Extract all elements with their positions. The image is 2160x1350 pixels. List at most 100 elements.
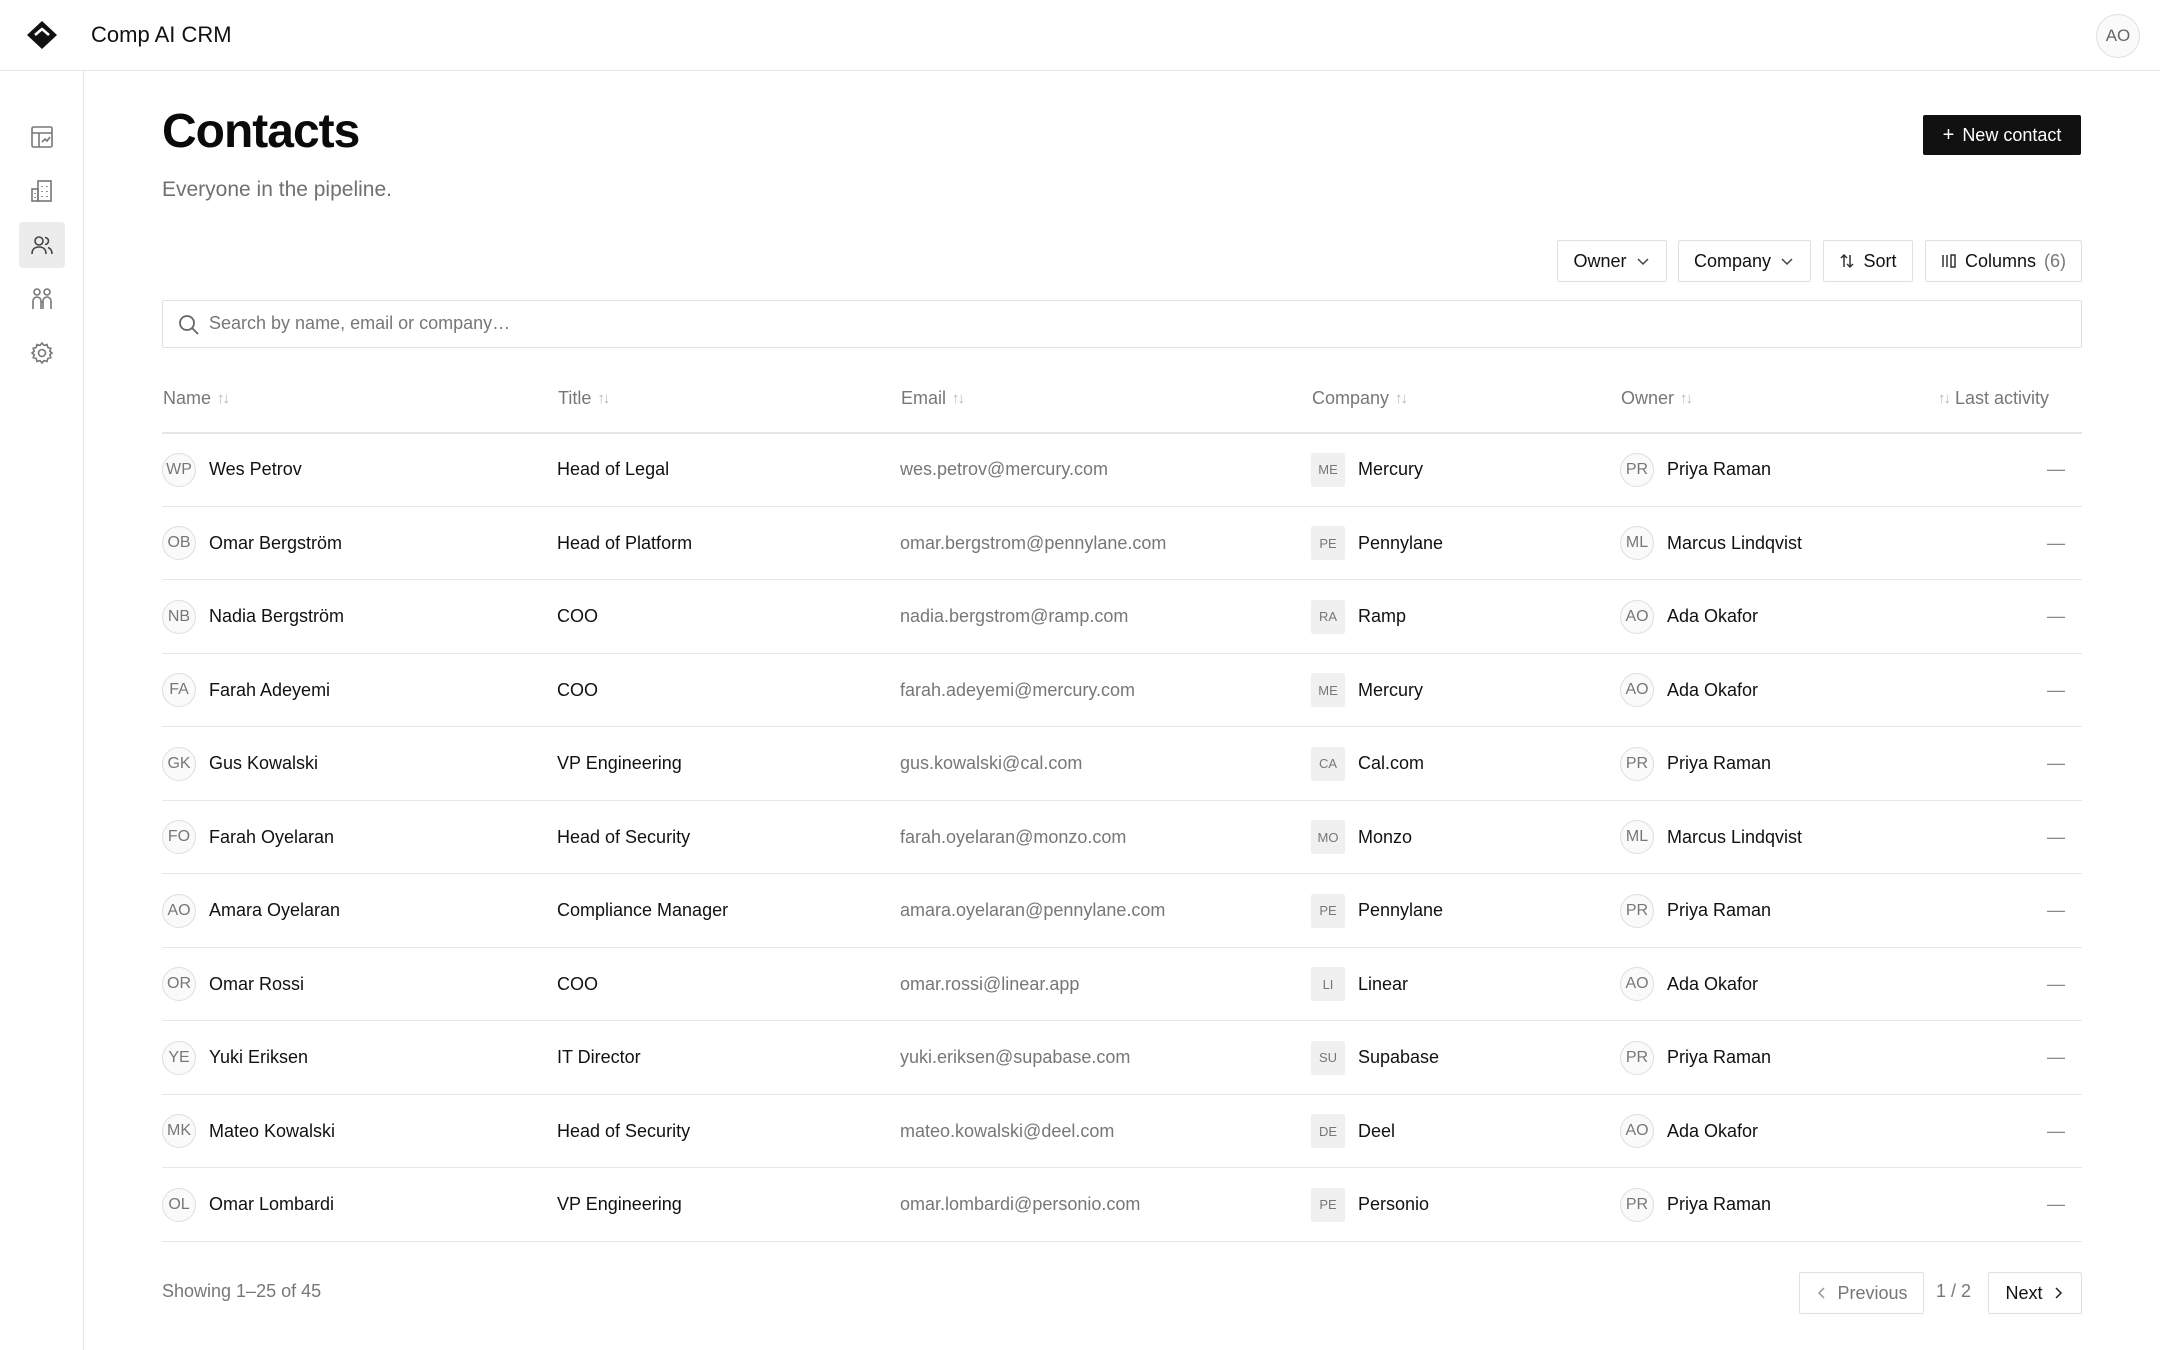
column-header-company[interactable]: Company ↑↓: [1312, 388, 1408, 409]
contact-email[interactable]: omar.rossi@linear.app: [900, 974, 1079, 995]
column-header-last-activity[interactable]: ↑↓ Last activity: [1938, 388, 2049, 409]
company-badge: RA: [1311, 599, 1345, 634]
column-header-owner[interactable]: Owner ↑↓: [1621, 388, 1693, 409]
sidebar-item-contacts[interactable]: [19, 222, 65, 268]
sidebar-item-settings[interactable]: [19, 330, 65, 376]
contact-title: COO: [557, 679, 599, 700]
contact-email[interactable]: farah.adeyemi@mercury.com: [900, 680, 1135, 701]
company-name[interactable]: Pennylane: [1358, 900, 1443, 921]
plus-icon: +: [1942, 124, 1955, 146]
contact-email[interactable]: omar.bergstrom@pennylane.com: [900, 533, 1166, 554]
company-badge: PE: [1311, 1187, 1345, 1222]
company-badge: LI: [1311, 967, 1345, 1001]
contact-name[interactable]: Farah Adeyemi: [209, 680, 330, 701]
contact-email[interactable]: nadia.bergstrom@ramp.com: [900, 606, 1128, 627]
last-activity: —: [2047, 826, 2065, 847]
previous-label: Previous: [1837, 1282, 1908, 1303]
app-title: Comp AI CRM: [91, 22, 232, 47]
company-name[interactable]: Cal.com: [1358, 753, 1424, 774]
contact-name[interactable]: Mateo Kowalski: [209, 1121, 335, 1142]
next-page-button[interactable]: Next: [1988, 1272, 2082, 1314]
gear-icon: [30, 341, 54, 365]
last-activity: —: [2047, 900, 2065, 920]
contact-email[interactable]: mateo.kowalski@deel.com: [900, 1121, 1114, 1142]
columns-button[interactable]: Columns (6): [1925, 240, 2082, 282]
table-row[interactable]: GK Gus Kowalski VP Engineering gus.kowal…: [162, 727, 2082, 801]
contact-avatar: WP: [162, 452, 196, 487]
column-header-name[interactable]: Name ↑↓: [163, 388, 230, 409]
contact-email[interactable]: gus.kowalski@cal.com: [900, 753, 1082, 774]
last-activity: —: [2047, 1120, 2065, 1141]
table-row[interactable]: WP Wes Petrov Head of Legal wes.petrov@m…: [162, 433, 2082, 507]
sort-icon: ↑↓: [1938, 390, 1951, 407]
contact-name[interactable]: Wes Petrov: [209, 459, 302, 480]
contact-name[interactable]: Gus Kowalski: [209, 753, 318, 774]
owner-filter-button[interactable]: Owner: [1557, 240, 1667, 282]
company-badge: SU: [1311, 1040, 1345, 1075]
contact-name[interactable]: Omar Bergström: [209, 533, 342, 554]
contact-name[interactable]: Nadia Bergström: [209, 606, 344, 627]
contact-email[interactable]: omar.lombardi@personio.com: [900, 1194, 1140, 1215]
contact-title: COO: [557, 606, 599, 626]
contact-name[interactable]: Omar Lombardi: [209, 1194, 334, 1215]
company-filter-button[interactable]: Company: [1678, 240, 1811, 282]
company-name[interactable]: Linear: [1358, 974, 1408, 995]
columns-label: Columns: [1964, 250, 2037, 271]
contact-name[interactable]: Yuki Eriksen: [209, 1047, 308, 1068]
company-name[interactable]: Pennylane: [1358, 533, 1443, 554]
contact-name[interactable]: Omar Rossi: [209, 974, 304, 995]
contact-avatar: FA: [162, 673, 196, 707]
table-row[interactable]: MK Mateo Kowalski Head of Security mateo…: [162, 1095, 2082, 1168]
dashboard-icon: [31, 126, 53, 148]
table-row[interactable]: OB Omar Bergström Head of Platform omar.…: [162, 507, 2082, 580]
table-row[interactable]: NB Nadia Bergström COO nadia.bergstrom@r…: [162, 580, 2082, 654]
table-row[interactable]: YE Yuki Eriksen IT Director yuki.eriksen…: [162, 1021, 2082, 1095]
owner-avatar: AO: [1620, 673, 1654, 707]
company-name[interactable]: Ramp: [1358, 606, 1406, 627]
contact-avatar: OL: [162, 1187, 196, 1222]
logo-icon[interactable]: [24, 18, 60, 54]
sort-button[interactable]: Sort: [1823, 240, 1913, 282]
chevron-down-icon: [1781, 258, 1793, 266]
contact-name[interactable]: Farah Oyelaran: [209, 827, 334, 848]
users-icon: [31, 236, 53, 255]
company-name[interactable]: Supabase: [1358, 1047, 1439, 1068]
owner-avatar: AO: [1620, 599, 1654, 634]
owner-avatar: PR: [1620, 1187, 1654, 1222]
contact-email[interactable]: yuki.eriksen@supabase.com: [900, 1047, 1130, 1068]
search-input[interactable]: [209, 301, 2069, 346]
table-row[interactable]: AO Amara Oyelaran Compliance Manager ama…: [162, 874, 2082, 948]
contact-name[interactable]: Amara Oyelaran: [209, 900, 340, 921]
page-indicator: 1 / 2: [1936, 1281, 1972, 1301]
sidebar-item-team[interactable]: [19, 276, 65, 322]
sidebar-item-companies[interactable]: [19, 168, 65, 214]
contact-avatar: MK: [162, 1114, 196, 1148]
contact-title: VP Engineering: [557, 753, 682, 773]
chevron-down-icon: [1636, 258, 1649, 266]
column-header-label: Last activity: [1955, 388, 2050, 408]
column-header-email[interactable]: Email ↑↓: [901, 388, 965, 409]
previous-page-button[interactable]: Previous: [1799, 1272, 1924, 1314]
contact-email[interactable]: farah.oyelaran@monzo.com: [900, 827, 1126, 848]
last-activity: —: [2047, 753, 2065, 773]
people-icon: [32, 288, 52, 309]
contact-avatar: AO: [162, 893, 196, 928]
table-row[interactable]: FA Farah Adeyemi COO farah.adeyemi@mercu…: [162, 654, 2082, 727]
table-row[interactable]: FO Farah Oyelaran Head of Security farah…: [162, 801, 2082, 874]
user-avatar[interactable]: AO: [2096, 14, 2140, 58]
company-name[interactable]: Monzo: [1358, 827, 1412, 848]
new-contact-button[interactable]: + New contact: [1923, 115, 2081, 155]
table-row[interactable]: OL Omar Lombardi VP Engineering omar.lom…: [162, 1168, 2082, 1242]
last-activity: —: [2047, 1047, 2065, 1067]
contact-avatar: FO: [162, 820, 196, 854]
company-name[interactable]: Mercury: [1358, 680, 1423, 701]
column-header-label: Company: [1312, 388, 1390, 408]
contact-email[interactable]: wes.petrov@mercury.com: [900, 459, 1108, 480]
company-name[interactable]: Personio: [1358, 1194, 1429, 1215]
table-row[interactable]: OR Omar Rossi COO omar.rossi@linear.app …: [162, 948, 2082, 1021]
company-name[interactable]: Mercury: [1358, 459, 1423, 480]
contact-email[interactable]: amara.oyelaran@pennylane.com: [900, 900, 1165, 921]
column-header-title[interactable]: Title ↑↓: [558, 388, 610, 409]
company-name[interactable]: Deel: [1358, 1121, 1395, 1142]
sidebar-item-dashboard[interactable]: [19, 114, 65, 160]
